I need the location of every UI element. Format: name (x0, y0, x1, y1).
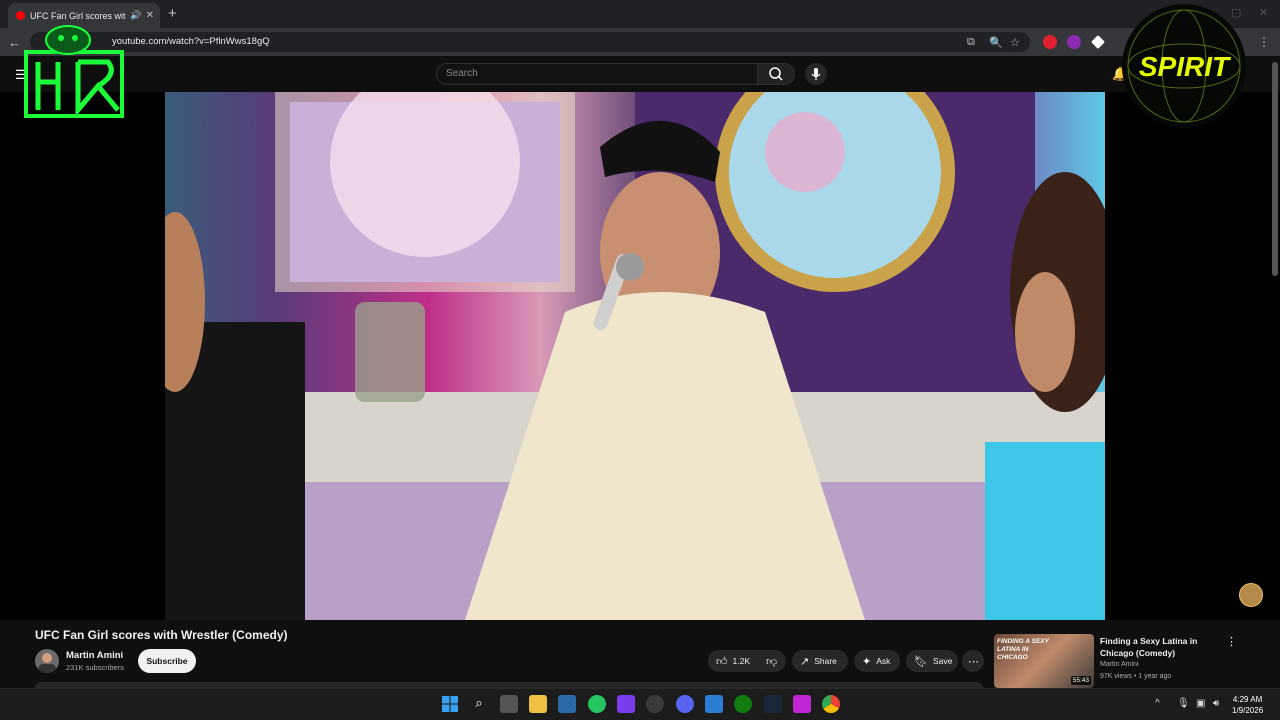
discord-icon[interactable] (676, 695, 694, 713)
extension-icon[interactable] (1043, 35, 1057, 49)
new-tab-button[interactable]: + (168, 5, 177, 22)
mail-icon[interactable] (705, 695, 723, 713)
dislike-button[interactable]: 👎︎ (758, 650, 786, 672)
recommended-channel[interactable]: Martin Amini (1100, 661, 1139, 668)
share-arrow-icon: ↗ (800, 655, 810, 668)
bookmark-star-icon[interactable]: ☆ (1010, 36, 1020, 49)
browser-toolbar: ← youtube.com/watch?v=PflnWws18gQ ⧉ 🔍 ☆ … (0, 28, 1280, 56)
microphone-icon[interactable]: 🎙︎ (1177, 698, 1190, 709)
channel-avatar[interactable] (35, 649, 59, 673)
clock-time: 4:29 AM (1232, 695, 1263, 704)
chrome-icon[interactable] (822, 695, 840, 713)
chevron-up-icon[interactable]: ^ (1155, 698, 1160, 709)
thumbs-down-icon: 👎︎ (766, 655, 778, 668)
thumbnail-text: FINDING A SEXY LATINA IN CHICAGO (997, 638, 1049, 661)
clock-date: 1/9/2026 (1232, 706, 1264, 715)
recommended-thumbnail[interactable]: FINDING A SEXY LATINA IN CHICAGO 55:43 (994, 634, 1094, 688)
video-duration: 55:43 (1070, 676, 1091, 685)
store-icon[interactable] (558, 695, 576, 713)
share-button[interactable]: ↗ Share (792, 650, 848, 672)
windows-start-icon[interactable] (441, 695, 459, 713)
sparkle-icon: ✦ (862, 655, 872, 668)
channel-name[interactable]: Martin Amini (66, 650, 123, 661)
microphone-icon (811, 68, 821, 80)
close-icon[interactable]: ✕ (146, 10, 154, 21)
thumbs-up-icon: 👍︎ (716, 655, 728, 668)
browser-menu-icon[interactable]: ⋮ (1258, 35, 1270, 49)
volume-icon[interactable]: 🔊︎ (1213, 698, 1219, 709)
address-bar[interactable]: youtube.com/watch?v=PflnWws18gQ (30, 32, 1030, 52)
overlay-logo-right: SPIRIT (1120, 2, 1248, 130)
search-button[interactable] (757, 63, 795, 85)
bookmark-icon: 🔖︎ (914, 655, 928, 668)
system-clock[interactable]: 4:29 AM 1/9/2026 (1232, 694, 1263, 716)
subscriber-count: 231K subscribers (66, 663, 124, 672)
install-app-icon[interactable]: ⧉ (967, 36, 975, 49)
more-actions-button[interactable]: ⋯ (962, 650, 984, 672)
recommended-title[interactable]: Finding a Sexy Latina in Chicago (Comedy… (1100, 635, 1215, 659)
subscribe-button[interactable]: Subscribe (138, 649, 196, 673)
more-horizontal-icon: ⋯ (968, 655, 979, 668)
window-close-button[interactable]: ✕ (1259, 6, 1268, 19)
search-icon[interactable]: ⌕ (470, 695, 488, 713)
search-icon (769, 67, 783, 81)
search-input[interactable]: Search (436, 63, 758, 85)
video-title: UFC Fan Girl scores with Wrestler (Comed… (35, 628, 288, 642)
share-label: Share (814, 656, 837, 666)
save-button[interactable]: 🔖︎ Save (906, 650, 958, 672)
overlay-logo-left (18, 22, 130, 122)
recommended-meta: 97K views • 1 year ago (1100, 673, 1172, 680)
xbox-icon[interactable] (734, 695, 752, 713)
video-frame[interactable] (165, 92, 1105, 620)
zoom-icon[interactable]: 🔍 (989, 36, 1003, 49)
ask-label: Ask (876, 656, 891, 666)
voice-search-button[interactable] (805, 63, 827, 85)
youtube-favicon-icon (16, 11, 25, 20)
extension-icon[interactable] (1067, 35, 1081, 49)
steam-icon[interactable] (764, 695, 782, 713)
network-icon[interactable]: ▣ (1196, 698, 1205, 709)
grid-app-icon[interactable] (617, 695, 635, 713)
like-button[interactable]: 👍︎ 1.2K (708, 650, 758, 672)
overlay-avatar (1239, 583, 1263, 607)
app-icon[interactable] (588, 695, 606, 713)
speaker-icon[interactable]: 🔊 (130, 10, 141, 21)
file-explorer-icon[interactable] (529, 695, 547, 713)
video-scene (165, 92, 1105, 620)
taskbar: ⌕ ^ 🎙︎ ▣ 🔊︎ 4:29 AM 1/9/2026 (0, 688, 1280, 720)
page-scrollbar[interactable] (1272, 62, 1278, 276)
youtube-header: ☰ Search 🔔 (0, 56, 1280, 92)
task-view-icon[interactable] (500, 695, 518, 713)
tab-strip: UFC Fan Girl scores with Wr 🔊 ✕ + ▢ ✕ (0, 0, 1280, 28)
tab-title: UFC Fan Girl scores with Wr (30, 10, 126, 21)
ask-button[interactable]: ✦ Ask (854, 650, 900, 672)
svg-text:SPIRIT: SPIRIT (1139, 51, 1232, 82)
app-icon[interactable] (793, 695, 811, 713)
like-count: 1.2K (732, 656, 751, 666)
save-label: Save (932, 656, 953, 666)
extension-icon[interactable] (1091, 35, 1105, 49)
app-icon[interactable] (646, 695, 664, 713)
more-vertical-icon[interactable]: ⋮ (1226, 635, 1237, 648)
